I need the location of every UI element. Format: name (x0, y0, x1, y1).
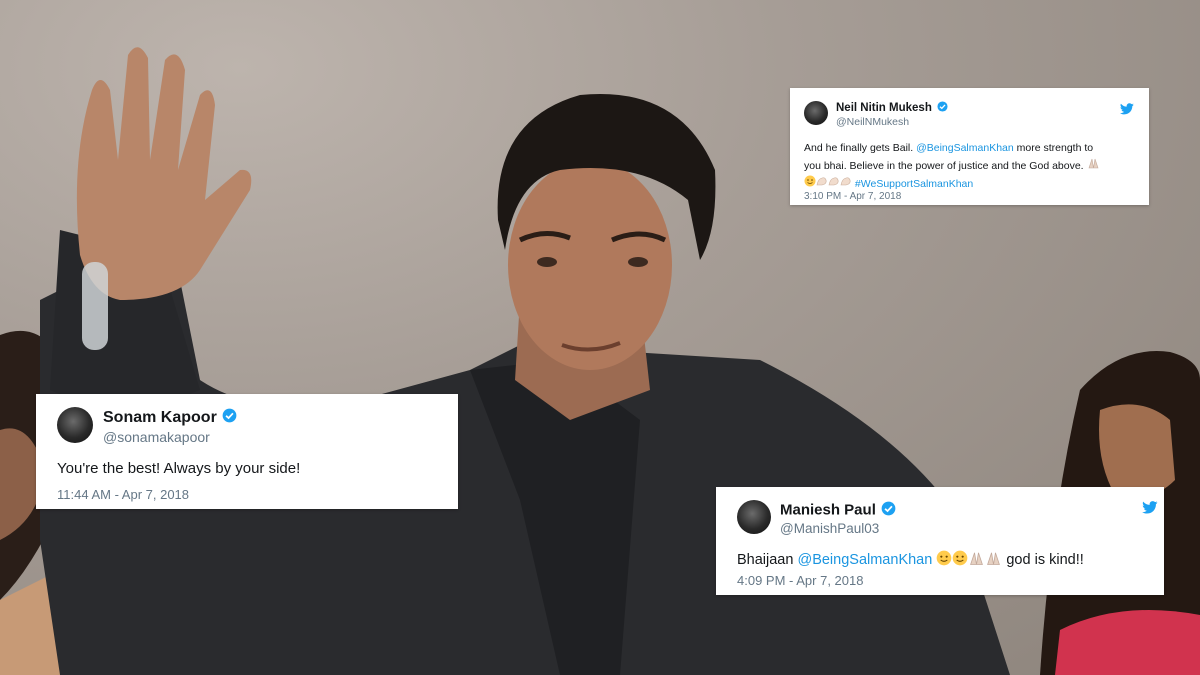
tweet-author-name[interactable]: Sonam Kapoor (103, 408, 237, 428)
tweet-card-sonam[interactable]: Sonam Kapoor @sonamakapoor You're the be… (36, 394, 458, 509)
tweet-text-part: Bhaijaan (737, 551, 798, 568)
hugging-face-emoji (952, 550, 968, 570)
folded-hands-emoji (968, 550, 985, 570)
tweet-timestamp[interactable]: 3:10 PM - Apr 7, 2018 (804, 192, 901, 202)
folded-hands-emoji (985, 550, 1002, 570)
verified-badge-icon (222, 408, 237, 428)
author-name-text[interactable]: Sonam Kapoor (103, 409, 217, 426)
author-name-text[interactable]: Neil Nitin Mukesh (836, 102, 932, 114)
tweet-author-name[interactable]: Neil Nitin Mukesh (836, 101, 948, 115)
tweet-line-1: And he finally gets Bail. @BeingSalmanKh… (804, 140, 1100, 157)
tweet-text-part: god is kind!! (1002, 551, 1084, 568)
avatar[interactable] (804, 101, 828, 125)
verified-badge-icon (881, 501, 896, 520)
avatar[interactable] (737, 500, 771, 534)
tweet-text: Bhaijaan @BeingSalmanKhan god is kind!! (737, 550, 1084, 570)
tweet-line-2: you bhai. Believe in the power of justic… (804, 157, 1100, 175)
tweet-author-handle[interactable]: @ManishPaul03 (780, 521, 879, 536)
tweet-author-handle[interactable]: @sonamakapoor (103, 429, 210, 445)
hashtag-link[interactable]: #WeSupportSalmanKhan (855, 178, 973, 190)
twitter-bird-icon[interactable] (1142, 501, 1158, 519)
tweet-timestamp[interactable]: 4:09 PM - Apr 7, 2018 (737, 573, 863, 588)
tweet-card-neil[interactable]: Neil Nitin Mukesh @NeilNMukesh And he fi… (790, 88, 1149, 205)
tweet-author-name[interactable]: Maniesh Paul (780, 501, 896, 520)
tweet-text: You're the best! Always by your side! (57, 460, 301, 477)
tweet-text-part: more strength to (1013, 142, 1094, 154)
tweet-text: And he finally gets Bail. @BeingSalmanKh… (804, 140, 1100, 193)
avatar[interactable] (57, 407, 93, 443)
tweet-text-part: you bhai. Believe in the power of justic… (804, 159, 1087, 172)
twitter-bird-icon[interactable] (1120, 102, 1134, 120)
hugging-face-emoji (936, 550, 952, 570)
verified-badge-icon (937, 101, 948, 115)
author-name-text[interactable]: Maniesh Paul (780, 501, 876, 518)
tweet-card-maniesh[interactable]: Maniesh Paul @ManishPaul03 Bhaijaan @Bei… (716, 487, 1164, 595)
tweet-author-handle[interactable]: @NeilNMukesh (836, 116, 909, 128)
tweet-timestamp[interactable]: 11:44 AM - Apr 7, 2018 (57, 487, 189, 502)
folded-hands-emoji (1087, 157, 1100, 175)
mention-link[interactable]: @BeingSalmanKhan (916, 142, 1014, 154)
mention-link[interactable]: @BeingSalmanKhan (797, 552, 932, 568)
tweet-text-part: And he finally gets Bail. (804, 142, 917, 154)
